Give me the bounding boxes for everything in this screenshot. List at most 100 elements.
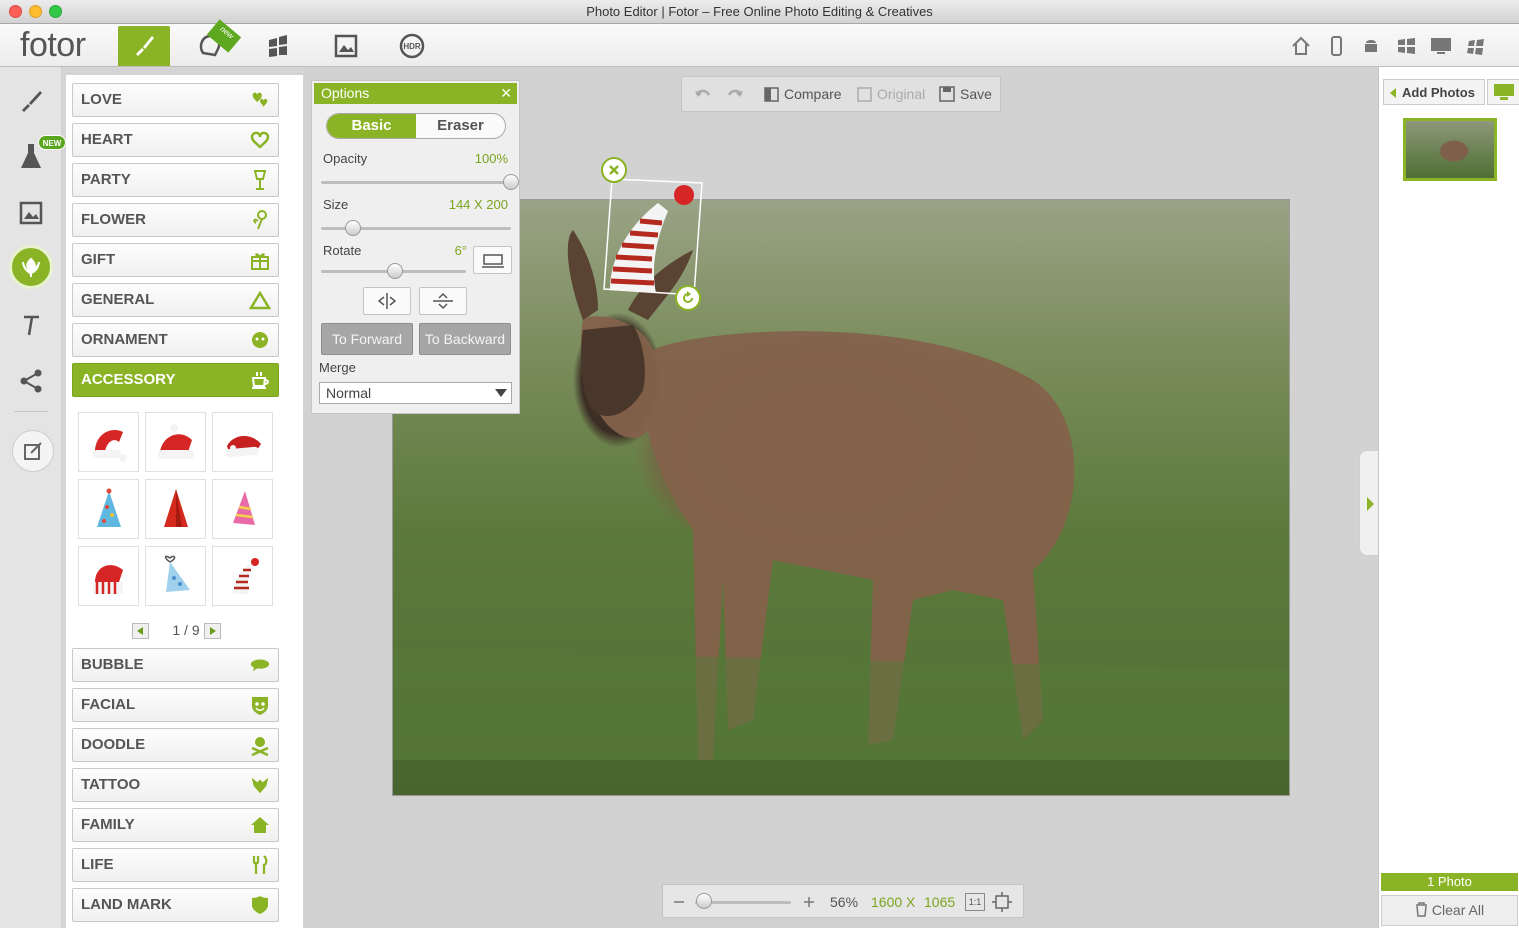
sticker-santa-hat-striped[interactable] bbox=[78, 546, 139, 606]
sticker-party-hat-red[interactable] bbox=[145, 479, 206, 539]
rail-adjust[interactable] bbox=[9, 79, 53, 123]
sticker-rotate-handle[interactable] bbox=[675, 285, 701, 311]
sticker-party-hat-ribbon[interactable] bbox=[145, 546, 206, 606]
zoom-out-icon[interactable] bbox=[673, 896, 685, 908]
sticker-delete-handle[interactable] bbox=[601, 157, 627, 183]
picture-icon bbox=[19, 201, 43, 225]
merge-select[interactable]: Normal bbox=[319, 382, 512, 404]
compare-button[interactable]: Compare bbox=[764, 86, 842, 102]
heart-icon bbox=[249, 130, 271, 150]
picture-frame-icon bbox=[334, 34, 358, 58]
size-slider-knob[interactable] bbox=[345, 220, 362, 236]
rotate-slider-knob[interactable] bbox=[386, 263, 403, 279]
flip-horizontal-button[interactable] bbox=[363, 287, 411, 315]
category-label: BUBBLE bbox=[81, 656, 144, 673]
category-life[interactable]: LIFE bbox=[72, 848, 279, 882]
category-facial[interactable]: FACIAL bbox=[72, 688, 279, 722]
windows-phone-icon[interactable] bbox=[1394, 34, 1418, 58]
app-toolbar: fotor new HDR bbox=[0, 19, 1519, 67]
category-doodle[interactable]: DOODLE bbox=[72, 728, 279, 762]
category-love[interactable]: LOVE bbox=[72, 83, 279, 117]
sticker-santa-hat-1[interactable] bbox=[78, 412, 139, 472]
tab-collage[interactable] bbox=[252, 26, 304, 66]
skull-icon bbox=[249, 735, 271, 756]
sticker-party-hat-pink[interactable] bbox=[212, 479, 273, 539]
ios-icon[interactable] bbox=[1324, 34, 1348, 58]
fork-knife-icon bbox=[249, 855, 271, 875]
opacity-value: 100% bbox=[474, 151, 508, 166]
rotate-icon bbox=[683, 291, 693, 303]
category-accessory[interactable]: ACCESSORY bbox=[72, 363, 279, 397]
left-tool-rail: NEW bbox=[0, 67, 66, 928]
sticker-santa-hat-3[interactable] bbox=[212, 412, 273, 472]
tab-eraser[interactable]: Eraser bbox=[416, 114, 505, 138]
add-photos-button[interactable]: Add Photos bbox=[1383, 79, 1485, 105]
compare-icon bbox=[764, 86, 779, 102]
category-heart[interactable]: HEART bbox=[72, 123, 279, 157]
windows-icon[interactable] bbox=[1464, 34, 1488, 58]
opacity-slider-track[interactable] bbox=[321, 181, 511, 184]
tab-edit[interactable] bbox=[118, 26, 170, 66]
zoom-in-icon[interactable] bbox=[803, 896, 815, 908]
category-ornament[interactable]: ORNAMENT bbox=[72, 323, 279, 357]
zoom-percentage: 56% bbox=[830, 894, 859, 910]
straighten-icon bbox=[481, 254, 504, 268]
window-close-button[interactable] bbox=[9, 5, 22, 18]
rail-stickers[interactable] bbox=[9, 245, 53, 289]
size-value: 144 X 200 bbox=[448, 197, 508, 212]
window-maximize-button[interactable] bbox=[49, 5, 62, 18]
sticker-party-hat-dots[interactable] bbox=[78, 479, 139, 539]
sticker-elf-hat[interactable] bbox=[212, 546, 273, 606]
hdr-icon: HDR bbox=[399, 33, 425, 59]
prev-page-button[interactable] bbox=[132, 623, 149, 639]
options-close-icon[interactable]: ✕ bbox=[500, 83, 512, 104]
category-land-mark[interactable]: LAND MARK bbox=[72, 888, 279, 922]
home-icon[interactable] bbox=[1289, 34, 1313, 58]
android-icon[interactable] bbox=[1359, 34, 1383, 58]
right-panel-toggle[interactable] bbox=[1359, 450, 1379, 556]
category-gift[interactable]: GIFT bbox=[72, 243, 279, 277]
to-backward-button[interactable]: To Backward bbox=[419, 323, 511, 355]
undo-button[interactable] bbox=[694, 86, 712, 102]
category-party[interactable]: PARTY bbox=[72, 163, 279, 197]
rail-text[interactable] bbox=[9, 303, 53, 347]
tab-design[interactable] bbox=[320, 26, 372, 66]
rail-edit-button[interactable] bbox=[12, 430, 54, 472]
hearts-icon bbox=[249, 90, 271, 110]
window-minimize-button[interactable] bbox=[29, 5, 42, 18]
category-general[interactable]: GENERAL bbox=[72, 283, 279, 317]
straighten-button[interactable] bbox=[473, 246, 512, 274]
flip-vertical-button[interactable] bbox=[419, 287, 467, 315]
fit-screen-icon[interactable] bbox=[991, 892, 1013, 912]
actual-size-button[interactable]: 1:1 bbox=[965, 893, 985, 911]
category-family[interactable]: FAMILY bbox=[72, 808, 279, 842]
rail-frames[interactable] bbox=[9, 191, 53, 235]
tab-basic[interactable]: Basic bbox=[327, 114, 416, 138]
merge-value: Normal bbox=[326, 385, 372, 401]
arrow-left-icon bbox=[137, 627, 143, 635]
mask-icon bbox=[249, 695, 271, 715]
fotor-logo: fotor bbox=[20, 26, 86, 64]
opacity-slider-knob[interactable] bbox=[503, 174, 519, 190]
rail-share[interactable] bbox=[9, 359, 53, 403]
elk-photo[interactable] bbox=[392, 199, 1290, 796]
tab-beauty[interactable]: new bbox=[184, 19, 242, 66]
photo-thumbnail[interactable] bbox=[1403, 118, 1497, 181]
monitor-button[interactable] bbox=[1487, 79, 1519, 105]
zoom-slider-knob[interactable] bbox=[695, 893, 712, 909]
right-photos-panel: Add Photos 1 Photo Clear All bbox=[1378, 67, 1519, 928]
to-forward-button[interactable]: To Forward bbox=[321, 323, 413, 355]
collage-icon bbox=[269, 35, 287, 57]
category-tattoo[interactable]: TATTOO bbox=[72, 768, 279, 802]
desktop-icon[interactable] bbox=[1429, 34, 1453, 58]
tab-hdr[interactable]: HDR bbox=[386, 26, 438, 66]
clear-all-button[interactable]: Clear All bbox=[1381, 895, 1518, 926]
original-button[interactable]: Original bbox=[857, 86, 925, 102]
sticker-category-panel: LOVE HEART PARTY FLOWER GIFT GENERAL ORN… bbox=[66, 75, 303, 928]
category-flower[interactable]: FLOWER bbox=[72, 203, 279, 237]
sticker-santa-hat-2[interactable] bbox=[145, 412, 206, 472]
category-bubble[interactable]: BUBBLE bbox=[72, 648, 279, 682]
save-button[interactable]: Save bbox=[939, 86, 992, 102]
redo-button[interactable] bbox=[726, 86, 744, 102]
next-page-button[interactable] bbox=[204, 623, 221, 639]
